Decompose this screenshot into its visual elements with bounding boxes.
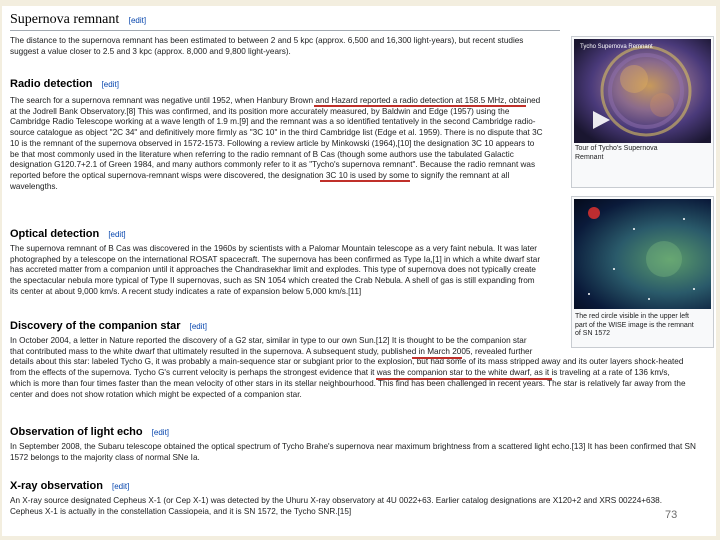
highlight-underline — [412, 357, 462, 359]
section-heading-companion: Discovery of the companion star [edit] — [10, 320, 207, 332]
optical-paragraph: The supernova remnant of B Cas was disco… — [10, 244, 541, 296]
supernova-remnant-image[interactable]: Tycho Supernova Remnant — [574, 39, 711, 143]
echo-paragraph: In September 2008, the Subaru telescope … — [10, 442, 696, 462]
radio-paragraph: The search for a supernova remnant was n… — [10, 96, 543, 191]
section-heading-echo: Observation of light echo [edit] — [10, 426, 170, 438]
wise-caption: The red circle visible in the upper left… — [575, 313, 694, 337]
edit-link[interactable]: [edit] — [108, 230, 125, 239]
starfield — [588, 207, 695, 300]
wise-image[interactable] — [574, 199, 711, 309]
article-page: Supernova remnant [edit] The distance to… — [2, 6, 716, 536]
section-heading-optical: Optical detection [edit] — [10, 228, 126, 240]
wise-figure: The red circle visible in the upper left… — [571, 196, 714, 348]
edit-link[interactable]: [edit] — [129, 16, 146, 25]
slide-number: 73 — [665, 509, 678, 521]
edit-link[interactable]: [edit] — [102, 80, 119, 89]
xray-paragraph: An X-ray source designated Cepheus X-1 (… — [10, 496, 662, 516]
intro-paragraph: The distance to the supernova remnant ha… — [10, 36, 524, 56]
highlight-underline — [376, 378, 552, 380]
edit-link[interactable]: [edit] — [190, 322, 207, 331]
play-icon[interactable] — [590, 109, 612, 131]
edit-link[interactable]: [edit] — [152, 428, 169, 437]
article-title: Supernova remnant [edit] — [10, 12, 560, 31]
highlight-underline — [314, 105, 526, 107]
section-heading-radio: Radio detection [edit] — [10, 78, 119, 90]
section-heading-xray: X-ray observation [edit] — [10, 480, 130, 492]
video-thumbnail[interactable]: Tycho Supernova Remnant Tour of Tycho's … — [571, 36, 714, 188]
video-caption: Tour of Tycho's Supernova Remnant — [575, 145, 658, 161]
video-overlay-title: Tycho Supernova Remnant — [580, 44, 653, 50]
highlight-underline — [320, 180, 410, 182]
edit-link[interactable]: [edit] — [112, 482, 129, 491]
